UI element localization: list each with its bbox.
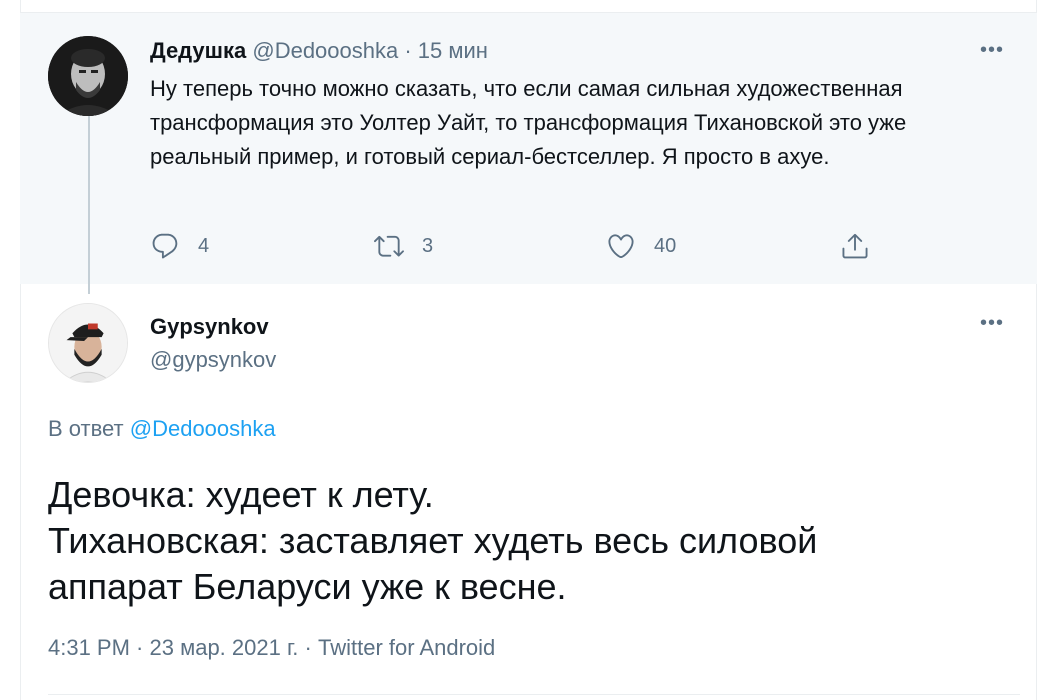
retweet-count: 3 bbox=[422, 234, 434, 257]
like-button[interactable]: 40 bbox=[606, 229, 676, 263]
reply-mention-link[interactable]: @Dedoooshka bbox=[130, 416, 276, 441]
tweet-source[interactable]: Twitter for Android bbox=[318, 635, 495, 660]
divider bbox=[48, 694, 1020, 695]
separator-dot: · bbox=[298, 635, 318, 660]
avatar-dedushka-image bbox=[48, 36, 128, 116]
reply-icon bbox=[152, 233, 178, 259]
parent-tweet-header: Дедушка @Dedoooshka · 15 мин bbox=[150, 36, 488, 66]
tweet-time[interactable]: 15 мин bbox=[418, 38, 488, 63]
separator-dot: · bbox=[398, 38, 418, 63]
more-options-icon[interactable]: ••• bbox=[980, 40, 1004, 60]
reply-prefix: В ответ bbox=[48, 416, 130, 441]
main-tweet-text: Девочка: худеет к лету. Тихановская: зас… bbox=[48, 472, 1008, 610]
like-count: 40 bbox=[654, 234, 677, 257]
reply-button[interactable]: 4 bbox=[150, 229, 209, 263]
heart-icon bbox=[608, 234, 634, 259]
tweet-line: аппарат Беларуси уже к весне. bbox=[48, 566, 567, 607]
tweet-date[interactable]: 23 мар. 2021 г. bbox=[150, 635, 299, 660]
more-options-icon[interactable]: ••• bbox=[980, 313, 1004, 333]
tweet-line: Тихановская: заставляет худеть весь сило… bbox=[48, 520, 818, 561]
avatar[interactable] bbox=[48, 36, 128, 116]
retweet-button[interactable]: 3 bbox=[374, 229, 433, 263]
reply-count: 4 bbox=[198, 234, 210, 257]
avatar[interactable] bbox=[48, 303, 128, 383]
share-button[interactable] bbox=[840, 229, 888, 263]
replying-to: В ответ @Dedoooshka bbox=[48, 414, 276, 444]
separator-dot: · bbox=[129, 635, 150, 660]
tweet-line: Девочка: худеет к лету. bbox=[48, 474, 434, 515]
retweet-icon bbox=[374, 235, 404, 257]
tweet-time[interactable]: 4:31 PM bbox=[48, 635, 130, 660]
avatar-gypsynkov-image bbox=[49, 304, 127, 382]
author-name[interactable]: Gypsynkov bbox=[150, 312, 269, 342]
parent-tweet-text: Ну теперь точно можно сказать, что если … bbox=[150, 76, 907, 169]
author-handle[interactable]: @gypsynkov bbox=[150, 345, 276, 375]
tweet-metadata: 4:31 PM · 23 мар. 2021 г. · Twitter for … bbox=[48, 633, 495, 663]
thread-connector-line bbox=[88, 116, 90, 294]
author-handle[interactable]: @Dedoooshka bbox=[252, 38, 398, 63]
author-name[interactable]: Дедушка bbox=[150, 38, 246, 63]
share-icon bbox=[842, 233, 868, 259]
